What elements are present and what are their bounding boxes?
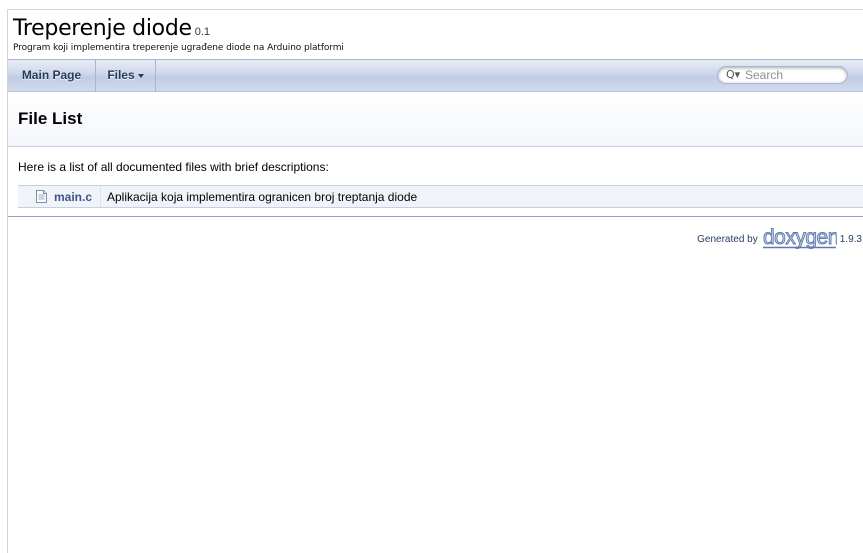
- footer: Generated by doxygen 1.9.3: [697, 228, 862, 250]
- doxygen-version: 1.9.3: [839, 233, 862, 245]
- nav-files-label: Files: [107, 68, 135, 82]
- page-frame: Treperenje diode 0.1 Program koji impleme…: [7, 9, 863, 553]
- navbar: Main Page Files Q▾: [8, 59, 863, 92]
- doxygen-logo-link[interactable]: doxygen: [762, 228, 836, 249]
- search-box[interactable]: Q▾: [717, 66, 848, 84]
- file-description: Aplikacija koja implementira ogranicen b…: [107, 190, 418, 204]
- search-input[interactable]: [745, 67, 843, 82]
- document-icon: [36, 190, 47, 203]
- page-title: File List: [18, 109, 83, 128]
- nav-main-page[interactable]: Main Page: [8, 60, 96, 92]
- file-link-main-c[interactable]: main.c: [54, 190, 92, 204]
- file-list-table: main.c Aplikacija koja implementira ogra…: [18, 185, 863, 208]
- project-name: Treperenje diode: [13, 16, 192, 41]
- generated-by-text: Generated by: [697, 233, 758, 245]
- caret-down-icon: [137, 73, 144, 78]
- project-title: Treperenje diode 0.1: [13, 16, 344, 42]
- title-area: Treperenje diode 0.1 Program koji impleme…: [13, 16, 344, 53]
- project-number: 0.1: [194, 26, 211, 38]
- nav-main-page-label: Main Page: [21, 68, 82, 82]
- column-divider: [100, 186, 101, 207]
- page-header: File List: [8, 92, 863, 147]
- intro-text: Here is a list of all documented files w…: [18, 160, 329, 174]
- doxygen-logo-icon: doxygen: [762, 228, 837, 249]
- project-brief: Program koji implementira treperenje ugr…: [13, 43, 344, 53]
- doxygen-logo-text: doxygen: [763, 228, 837, 249]
- search-icon[interactable]: Q▾: [726, 68, 740, 81]
- footer-divider: [8, 216, 863, 217]
- nav-files[interactable]: Files: [96, 60, 156, 92]
